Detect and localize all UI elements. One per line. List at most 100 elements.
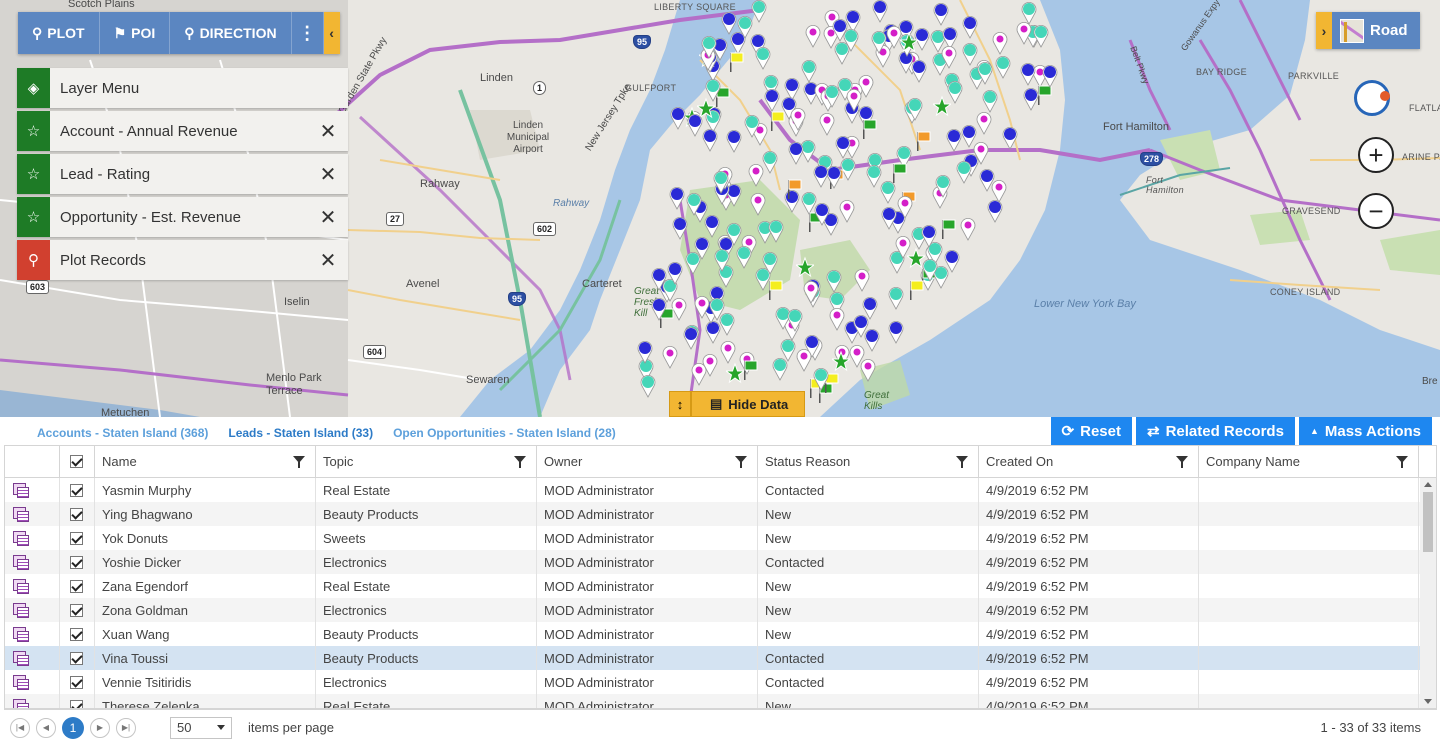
- map-marker-icon[interactable]: [701, 353, 719, 377]
- close-icon[interactable]: ✕: [308, 162, 348, 187]
- map-marker-icon[interactable]: [713, 248, 731, 272]
- chevron-right-icon[interactable]: ›: [1316, 12, 1332, 49]
- map-marker-icon[interactable]: [766, 277, 784, 301]
- open-record-icon[interactable]: [13, 627, 29, 642]
- current-page-button[interactable]: 1: [62, 716, 84, 739]
- map-marker-icon[interactable]: [955, 160, 973, 184]
- reset-button[interactable]: ⟳ Reset: [1050, 417, 1132, 445]
- table-row[interactable]: Ying Bhagwano Beauty Products MOD Administ…: [5, 502, 1421, 526]
- filter-icon[interactable]: [1176, 456, 1188, 468]
- layer-item-lead[interactable]: ☆ Lead - Rating ✕: [17, 154, 348, 194]
- column-header-name[interactable]: Name: [95, 446, 316, 477]
- map-marker-icon[interactable]: [860, 116, 878, 140]
- map-marker-icon[interactable]: [761, 150, 779, 174]
- open-record-icon[interactable]: [13, 507, 29, 522]
- map-marker-icon[interactable]: [661, 345, 679, 370]
- direction-button[interactable]: ⚲ DIRECTION: [170, 12, 292, 54]
- map-marker-icon[interactable]: [795, 256, 814, 280]
- table-row[interactable]: Xuan Wang Beauty Products MOD Administrato…: [5, 622, 1421, 646]
- scroll-up-icon[interactable]: [1424, 482, 1432, 487]
- page-size-select[interactable]: 50: [170, 716, 232, 739]
- open-record-icon[interactable]: [13, 555, 29, 570]
- map-marker-icon[interactable]: [914, 128, 932, 152]
- map-marker-icon[interactable]: [789, 107, 807, 131]
- row-checkbox[interactable]: [70, 603, 83, 617]
- collapse-toolbar-button[interactable]: ‹: [323, 12, 340, 54]
- open-record-icon[interactable]: [13, 579, 29, 594]
- map-marker-icon[interactable]: [961, 15, 979, 40]
- map-marker-icon[interactable]: [887, 286, 905, 310]
- map-marker-icon[interactable]: [767, 219, 785, 243]
- map-marker-icon[interactable]: [704, 78, 722, 103]
- map-marker-icon[interactable]: [636, 340, 654, 365]
- map-marker-icon[interactable]: [907, 277, 925, 301]
- open-record-icon[interactable]: [13, 699, 29, 708]
- map-marker-icon[interactable]: [894, 235, 912, 259]
- map-marker-icon[interactable]: [804, 24, 822, 48]
- map-marker-icon[interactable]: [693, 295, 711, 319]
- map-marker-icon[interactable]: [934, 174, 952, 198]
- map-marker-icon[interactable]: [749, 192, 767, 216]
- map-marker-icon[interactable]: [831, 18, 849, 43]
- map-marker-icon[interactable]: [939, 216, 957, 240]
- row-checkbox[interactable]: [70, 675, 83, 689]
- mass-actions-button[interactable]: ▲ Mass Actions: [1298, 417, 1432, 445]
- first-page-button[interactable]: |◀: [10, 717, 30, 738]
- table-row[interactable]: Vina Toussi Beauty Products MOD Administra…: [5, 646, 1421, 670]
- poi-button[interactable]: ⚑ POI: [100, 12, 171, 54]
- map-marker-icon[interactable]: [870, 30, 888, 55]
- map-marker-icon[interactable]: [795, 348, 813, 373]
- open-record-icon[interactable]: [13, 651, 29, 666]
- layer-item-opportunity[interactable]: ☆ Opportunity - Est. Revenue ✕: [17, 197, 348, 237]
- map-marker-icon[interactable]: [686, 113, 704, 138]
- map-marker-icon[interactable]: [818, 112, 836, 136]
- filter-icon[interactable]: [735, 456, 747, 468]
- map-marker-icon[interactable]: [940, 45, 958, 70]
- table-row[interactable]: Yasmin Murphy Real Estate MOD Administrato…: [5, 478, 1421, 502]
- map-marker-icon[interactable]: [828, 307, 846, 332]
- map-marker-icon[interactable]: [1041, 64, 1059, 88]
- filter-icon[interactable]: [514, 456, 526, 468]
- map-marker-icon[interactable]: [910, 59, 928, 83]
- locate-icon[interactable]: [1354, 80, 1390, 116]
- map-marker-icon[interactable]: [946, 80, 964, 105]
- map-marker-icon[interactable]: [800, 59, 818, 83]
- map-marker-icon[interactable]: [845, 88, 863, 112]
- map-marker-icon[interactable]: [976, 61, 994, 85]
- map-marker-icon[interactable]: [719, 340, 737, 364]
- table-row[interactable]: Zana Egendorf Real Estate MOD Administrato…: [5, 574, 1421, 598]
- map-marker-icon[interactable]: [650, 267, 668, 291]
- map-marker-icon[interactable]: [763, 88, 781, 113]
- map-marker-icon[interactable]: [975, 111, 993, 136]
- related-records-button[interactable]: ⇄ Related Records: [1135, 417, 1295, 445]
- table-row[interactable]: Yoshie Dicker Electronics MOD Administrato…: [5, 550, 1421, 574]
- map-marker-icon[interactable]: [859, 358, 877, 382]
- row-checkbox[interactable]: [70, 651, 83, 665]
- map-marker-icon[interactable]: [671, 216, 689, 240]
- select-all-checkbox[interactable]: [70, 455, 83, 468]
- scroll-thumb[interactable]: [1423, 492, 1433, 552]
- layer-menu-header[interactable]: ◈ Layer Menu: [17, 68, 348, 108]
- open-record-icon[interactable]: [13, 603, 29, 618]
- next-page-button[interactable]: ▶: [90, 717, 110, 738]
- map-marker-icon[interactable]: [879, 180, 897, 204]
- row-checkbox[interactable]: [70, 699, 83, 708]
- more-options-button[interactable]: ⋮: [292, 12, 324, 54]
- map-marker-icon[interactable]: [833, 41, 851, 65]
- map-marker-icon[interactable]: [812, 164, 830, 189]
- map-marker-icon[interactable]: [754, 46, 772, 70]
- hide-data-button[interactable]: ↕ ▤ Hide Data: [669, 391, 806, 417]
- layer-item-account[interactable]: ☆ Account - Annual Revenue ✕: [17, 111, 348, 151]
- map-marker-icon[interactable]: [994, 55, 1012, 79]
- close-icon[interactable]: ✕: [308, 248, 348, 273]
- map-marker-icon[interactable]: [787, 141, 805, 166]
- tab-opportunities[interactable]: Open Opportunities - Staten Island (28): [393, 426, 616, 440]
- map-view[interactable]: Scotch Plains anwood LIBERTY SQUARE Lind…: [0, 0, 1440, 417]
- plot-button[interactable]: ⚲ PLOT: [18, 12, 100, 54]
- map-marker-icon[interactable]: [972, 141, 990, 165]
- map-marker-icon[interactable]: [1032, 24, 1050, 49]
- zoom-out-button[interactable]: −: [1358, 193, 1394, 229]
- map-marker-icon[interactable]: [712, 170, 730, 195]
- map-marker-icon[interactable]: [725, 129, 743, 153]
- filter-icon[interactable]: [956, 456, 968, 468]
